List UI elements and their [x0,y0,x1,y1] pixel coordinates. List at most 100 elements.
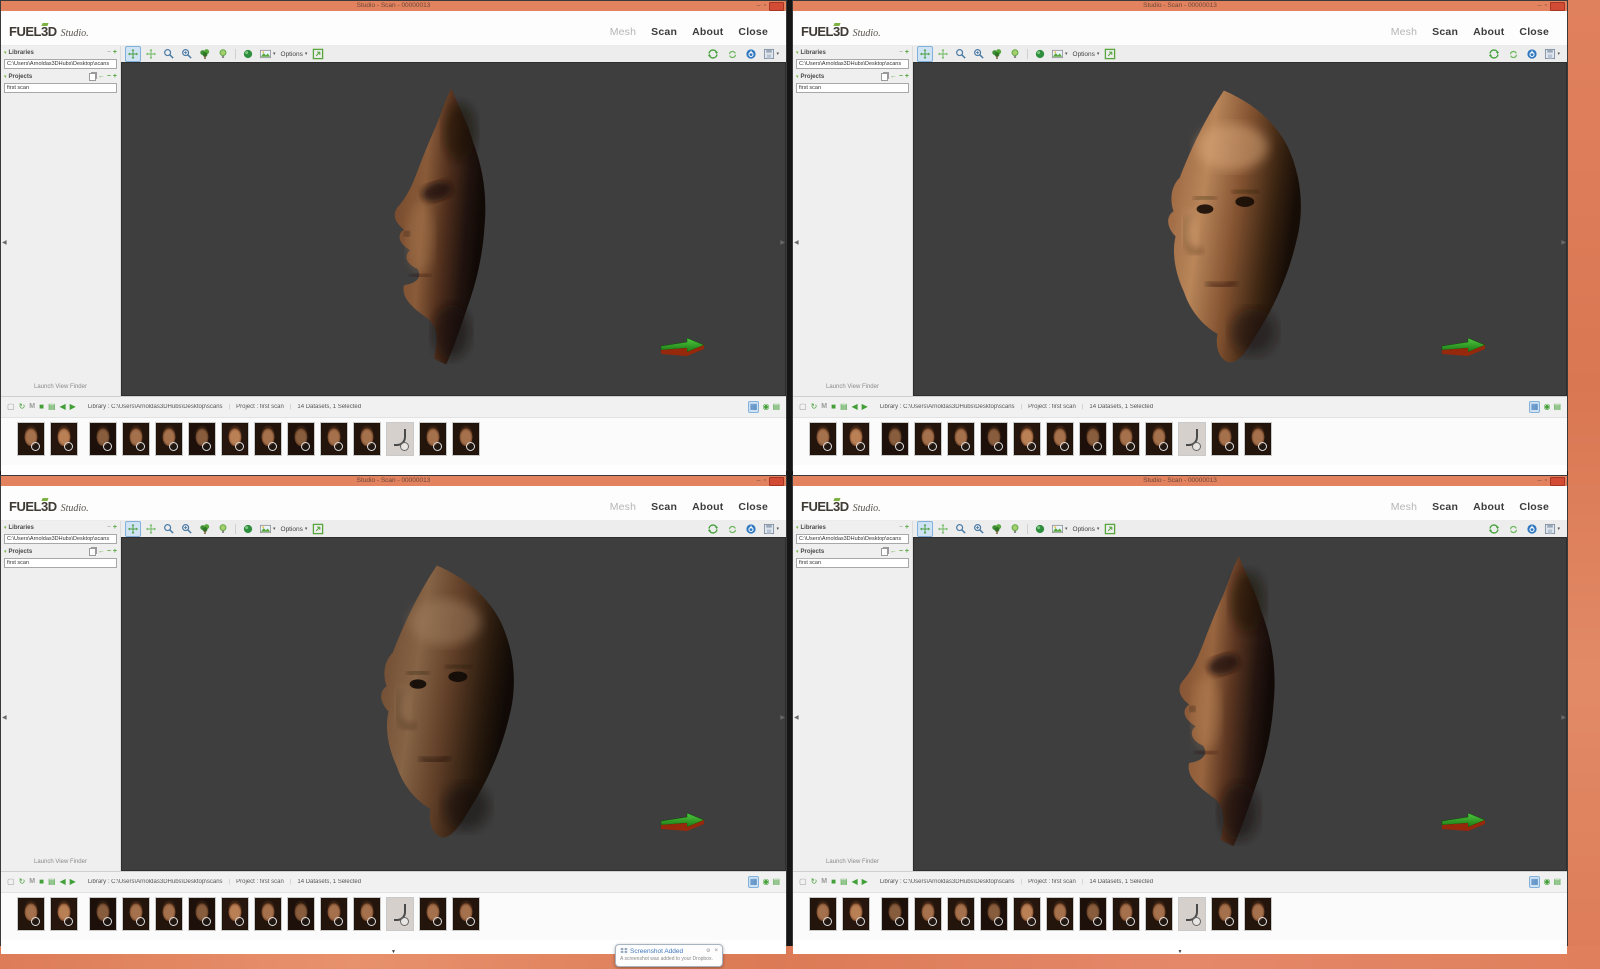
pan-tool-button[interactable] [917,521,933,537]
dataset-thumbnail[interactable] [320,897,348,931]
library-path-input[interactable]: C:\Users\Arnoldas3DHubs\Desktop\scans [796,534,909,544]
project-name-input[interactable]: first scan [796,83,909,93]
dataset-icon[interactable]: ▤ [840,877,848,887]
pan-tool-button[interactable] [917,46,933,62]
power-button[interactable] [1524,46,1540,62]
dataset-thumbnail[interactable] [89,897,117,931]
launch-viewfinder-link[interactable]: Launch View Finder [793,384,912,390]
import-project-icon[interactable]: ← [98,548,105,556]
film-view-button[interactable]: ▤ [772,877,780,887]
close-window-button[interactable] [769,477,784,486]
dataset-thumbnail[interactable] [809,897,837,931]
project-name-input[interactable]: first scan [4,83,117,93]
sync-button[interactable] [705,46,721,62]
library-path-input[interactable]: C:\Users\Arnoldas3DHubs\Desktop\scans [4,59,117,69]
film-view-button[interactable]: ▤ [1553,402,1561,412]
prev-dataset-button[interactable]: ◀ [60,877,66,887]
dataset-icon[interactable]: ▤ [48,877,56,887]
dataset-thumbnail[interactable] [881,422,909,456]
dataset-thumbnail[interactable] [17,897,45,931]
export-icon[interactable]: ▢ [7,402,15,412]
remove-library-button[interactable]: − [899,524,903,532]
refresh-icon[interactable]: ↻ [811,877,818,887]
remove-project-button[interactable]: − [107,73,111,81]
dataset-thumbnail[interactable] [1013,422,1041,456]
dataset-thumbnail[interactable] [50,897,78,931]
sync-small-button[interactable] [724,521,740,537]
maximize-button[interactable]: ▫ [764,477,766,485]
mesh-tool-icon[interactable]: M [29,877,35,887]
minimize-button[interactable]: – [757,2,761,10]
sync-small-button[interactable] [1505,521,1521,537]
remove-project-button[interactable]: − [899,548,903,556]
menu-scan[interactable]: Scan [651,501,677,513]
copy-project-icon[interactable] [89,548,96,556]
viewport-3d[interactable] [121,537,786,871]
close-window-button[interactable] [769,2,784,11]
dataset-thumbnail[interactable] [386,422,414,456]
cube-icon[interactable]: ■ [39,877,44,887]
dataset-thumbnail[interactable] [155,897,183,931]
dataset-thumbnail[interactable] [1046,422,1074,456]
move-tool-button[interactable] [143,46,159,62]
remove-library-button[interactable]: − [899,49,903,57]
dataset-thumbnail[interactable] [188,422,216,456]
orientation-axis-widget[interactable] [1441,336,1487,358]
texture-mode-button[interactable]: ▾ [1050,46,1069,62]
collapse-left-arrow-icon[interactable]: ◀ [2,714,7,721]
collapse-left-arrow-icon[interactable]: ◀ [2,239,7,246]
mesh-tool-icon[interactable]: M [29,402,35,412]
dataset-thumbnail[interactable] [50,422,78,456]
cube-icon[interactable]: ■ [39,402,44,412]
options-menu-button[interactable]: Options ▾ [279,46,309,62]
screenshot-button[interactable] [1102,521,1118,537]
maximize-button[interactable]: ▫ [1545,477,1547,485]
dataset-thumbnail[interactable] [287,897,315,931]
project-name-input[interactable]: first scan [796,558,909,568]
sync-small-button[interactable] [724,46,740,62]
dataset-thumbnail[interactable] [1145,897,1173,931]
pan-tool-button[interactable] [125,521,141,537]
dataset-thumbnail[interactable] [980,422,1008,456]
launch-viewfinder-link[interactable]: Launch View Finder [1,859,120,865]
sync-button[interactable] [705,521,721,537]
remove-project-button[interactable]: − [107,548,111,556]
lighting-button[interactable] [1007,521,1023,537]
power-button[interactable] [1524,521,1540,537]
dataset-thumbnail[interactable] [188,897,216,931]
add-library-button[interactable]: + [113,49,117,57]
collapse-down-arrow-icon[interactable]: ▼ [1178,949,1183,955]
zoom-tool-button[interactable] [971,521,987,537]
add-library-button[interactable]: + [113,524,117,532]
dataset-thumbnail[interactable] [221,897,249,931]
film-view-button[interactable]: ▤ [1553,877,1561,887]
window-titlebar[interactable]: Studio - Scan - 00000013 – ▫ [793,476,1567,486]
save-button[interactable]: ▾ [762,46,780,62]
launch-viewfinder-link[interactable]: Launch View Finder [1,384,120,390]
chevron-down-icon[interactable]: ▾ [796,50,799,56]
orientation-axis-widget[interactable] [660,336,706,358]
orientation-axis-widget[interactable] [660,811,706,833]
chevron-down-icon[interactable]: ▾ [796,549,799,555]
menu-scan[interactable]: Scan [1432,501,1458,513]
zoom-region-tool-button[interactable] [161,46,177,62]
chevron-down-icon[interactable]: ▾ [796,525,799,531]
remove-project-button[interactable]: − [899,73,903,81]
chevron-down-icon[interactable]: ▾ [4,74,7,80]
scanned-face-mesh[interactable] [353,82,528,376]
options-menu-button[interactable]: Options ▾ [1071,521,1101,537]
dataset-thumbnail[interactable] [452,897,480,931]
dataset-thumbnail[interactable] [155,422,183,456]
options-menu-button[interactable]: Options ▾ [1071,46,1101,62]
orientation-axis-widget[interactable] [1441,811,1487,833]
collapse-right-arrow-icon[interactable]: ▶ [1561,239,1566,246]
menu-close[interactable]: Close [738,26,768,38]
dataset-thumbnail[interactable] [122,422,150,456]
add-project-button[interactable]: + [113,73,117,81]
scanned-face-mesh[interactable] [1127,82,1326,376]
add-project-button[interactable]: + [905,73,909,81]
tree-view-button[interactable] [989,521,1005,537]
dataset-thumbnail[interactable] [1244,897,1272,931]
menu-scan[interactable]: Scan [651,26,677,38]
camera-view-button[interactable]: ◉ [762,402,769,412]
